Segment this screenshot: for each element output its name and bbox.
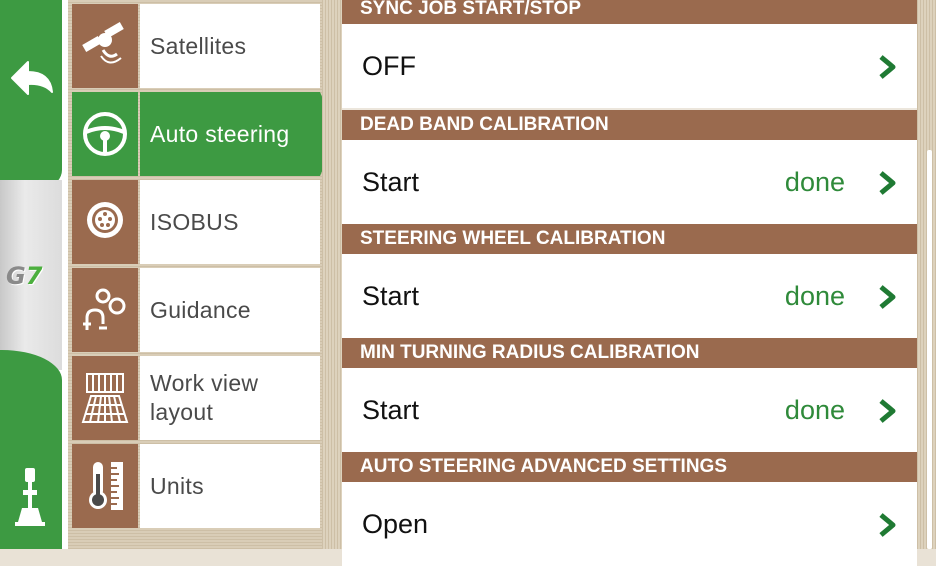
menu-label-box: Units [140,444,320,528]
section-header: DEAD BAND CALIBRATION [342,110,917,140]
satellite-icon [82,22,124,64]
setting-value: Start [362,167,420,197]
menu-icon-box [72,268,138,352]
menu-label-box: Auto steering [140,92,338,176]
panel-separator [322,0,342,549]
work-view-grid-icon [81,373,129,423]
menu-label: Satellites [150,32,247,59]
settings-menu: Satellites Auto steering ISOBUS Guidance… [68,0,338,549]
section-header: AUTO STEERING ADVANCED SETTINGS [342,452,917,482]
menu-item-guidance[interactable]: Guidance [68,268,322,352]
guidance-gears-icon [83,288,126,330]
rail-top-panel [0,0,62,200]
steering-wheel-icon [83,112,127,156]
g7-logo: G7 [6,262,58,290]
menu-label-box: ISOBUS [140,180,320,264]
menu-label-box: Satellites [140,4,320,88]
section-header: STEERING WHEEL CALIBRATION [342,224,917,254]
menu-label: Auto steering [150,120,290,147]
menu-item-satellites[interactable]: Satellites [68,4,322,88]
menu-icon-box [72,180,138,264]
isobus-icon [87,202,123,238]
chevron-right-icon [879,399,896,423]
logo-letter: G [6,262,26,290]
setting-value: Start [362,395,420,425]
menu-label: ISOBUS [150,208,239,235]
status-text: done [784,281,845,311]
scrollbar-thumb[interactable] [927,150,932,549]
menu-icon-box [72,356,138,440]
menu-label: Guidance [150,296,251,323]
menu-icon-box [72,444,138,528]
setting-value: Open [362,509,429,539]
menu-item-work-view-layout[interactable]: Work view layout [68,356,322,440]
menu-icon-box [72,92,138,176]
status-text: done [784,167,845,197]
logo-number: 7 [25,262,43,290]
chevron-right-icon [879,513,896,537]
auto-steering-advanced-settings-row[interactable]: Open [342,482,917,566]
joystick-button[interactable] [14,466,50,528]
back-button[interactable] [8,58,56,98]
status-text: done [784,395,845,425]
menu-icon-box [72,4,138,88]
sync-job-start-stop-row[interactable]: OFF [342,24,917,108]
menu-label: Units [150,472,204,499]
auto-steering-settings: SYNC JOB START/STOP OFF DEAD BAND CALIBR… [342,0,917,566]
joystick-icon [15,468,45,526]
menu-item-isobus[interactable]: ISOBUS [68,180,322,264]
menu-label: Work view layout [150,370,259,425]
chevron-right-icon [879,171,896,195]
min-turning-radius-calibration-row[interactable]: Start done [342,368,917,452]
left-rail: G7 [0,0,68,549]
menu-label-box: Guidance [140,268,320,352]
steering-wheel-calibration-row[interactable]: Start done [342,254,917,338]
menu-item-auto-steering[interactable]: Auto steering [68,92,338,176]
chevron-right-icon [879,285,896,309]
setting-value: OFF [362,51,416,81]
section-header: MIN TURNING RADIUS CALIBRATION [342,338,917,368]
section-header: SYNC JOB START/STOP [342,0,917,24]
thermometer-ruler-icon [89,462,123,510]
menu-label-box: Work view layout [140,356,320,440]
dead-band-calibration-row[interactable]: Start done [342,140,917,224]
back-arrow-icon [11,61,53,95]
setting-value: Start [362,281,420,311]
menu-item-units[interactable]: Units [68,444,322,528]
chevron-right-icon [879,55,896,79]
